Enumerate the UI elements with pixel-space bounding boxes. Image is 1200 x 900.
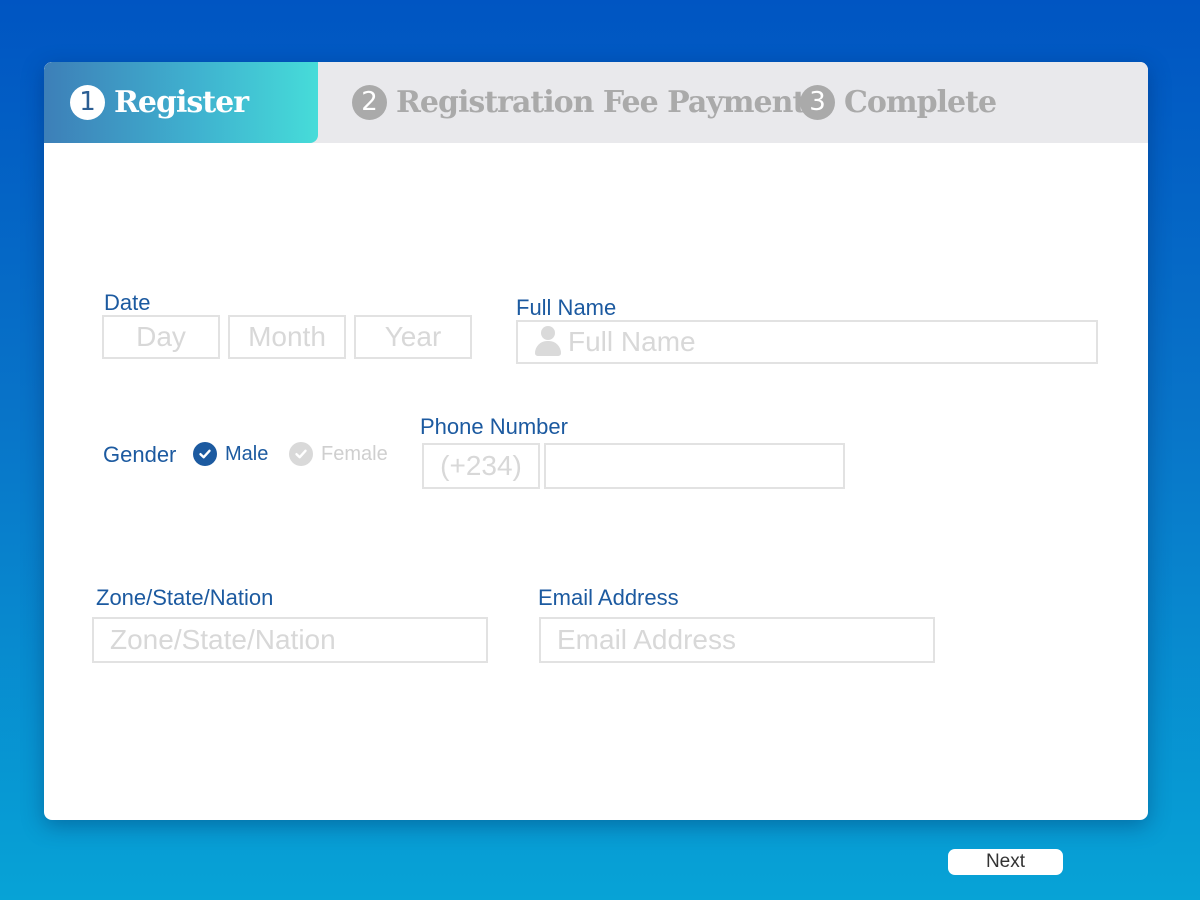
next-button[interactable]: Next [948, 849, 1063, 875]
month-input[interactable]: Month [228, 315, 346, 359]
gender-female-label: Female [321, 442, 388, 465]
step-label-complete: Complete [844, 84, 997, 120]
step-registration-fee-payment: 2 Registration Fee Payment [352, 82, 806, 122]
day-input[interactable]: Day [102, 315, 220, 359]
zone-placeholder: Zone/State/Nation [110, 624, 336, 655]
email-placeholder: Email Address [557, 624, 736, 655]
phone-number-input[interactable] [544, 443, 845, 489]
step-bar: 1 Register 2 Registration Fee Payment 3 … [44, 62, 1148, 143]
step-number-2: 2 [352, 84, 387, 120]
email-label: Email Address [538, 585, 679, 610]
step-label-register: Register [114, 84, 249, 120]
year-input[interactable]: Year [354, 315, 472, 359]
year-placeholder: Year [384, 321, 442, 352]
date-label: Date [104, 290, 151, 315]
zone-label: Zone/State/Nation [96, 585, 274, 610]
phone-prefix: (+234) [440, 450, 522, 481]
phone-number-label: Phone Number [420, 414, 568, 439]
gender-female-option[interactable]: Female [289, 442, 388, 466]
check-circle-icon [193, 442, 217, 466]
person-icon [534, 326, 562, 358]
registration-card: 1 Register 2 Registration Fee Payment 3 … [44, 62, 1148, 820]
gender-male-option[interactable]: Male [193, 442, 268, 466]
full-name-label: Full Name [516, 295, 617, 320]
step-number-1: 1 [70, 84, 105, 120]
full-name-placeholder: Full Name [568, 326, 696, 357]
email-input[interactable]: Email Address [539, 617, 935, 663]
step-register: 1 Register [70, 82, 249, 122]
zone-input[interactable]: Zone/State/Nation [92, 617, 488, 663]
month-placeholder: Month [248, 321, 326, 352]
gender-male-label: Male [225, 442, 269, 465]
phone-prefix-field[interactable]: (+234) [422, 443, 540, 489]
step-complete: 3 Complete [800, 82, 997, 122]
step-number-3: 3 [800, 84, 835, 120]
step-label-registration-fee-payment: Registration Fee Payment [396, 84, 806, 120]
full-name-input[interactable]: Full Name [516, 320, 1098, 364]
check-circle-icon [289, 442, 313, 466]
day-placeholder: Day [136, 321, 186, 352]
gender-label: Gender [103, 442, 177, 467]
